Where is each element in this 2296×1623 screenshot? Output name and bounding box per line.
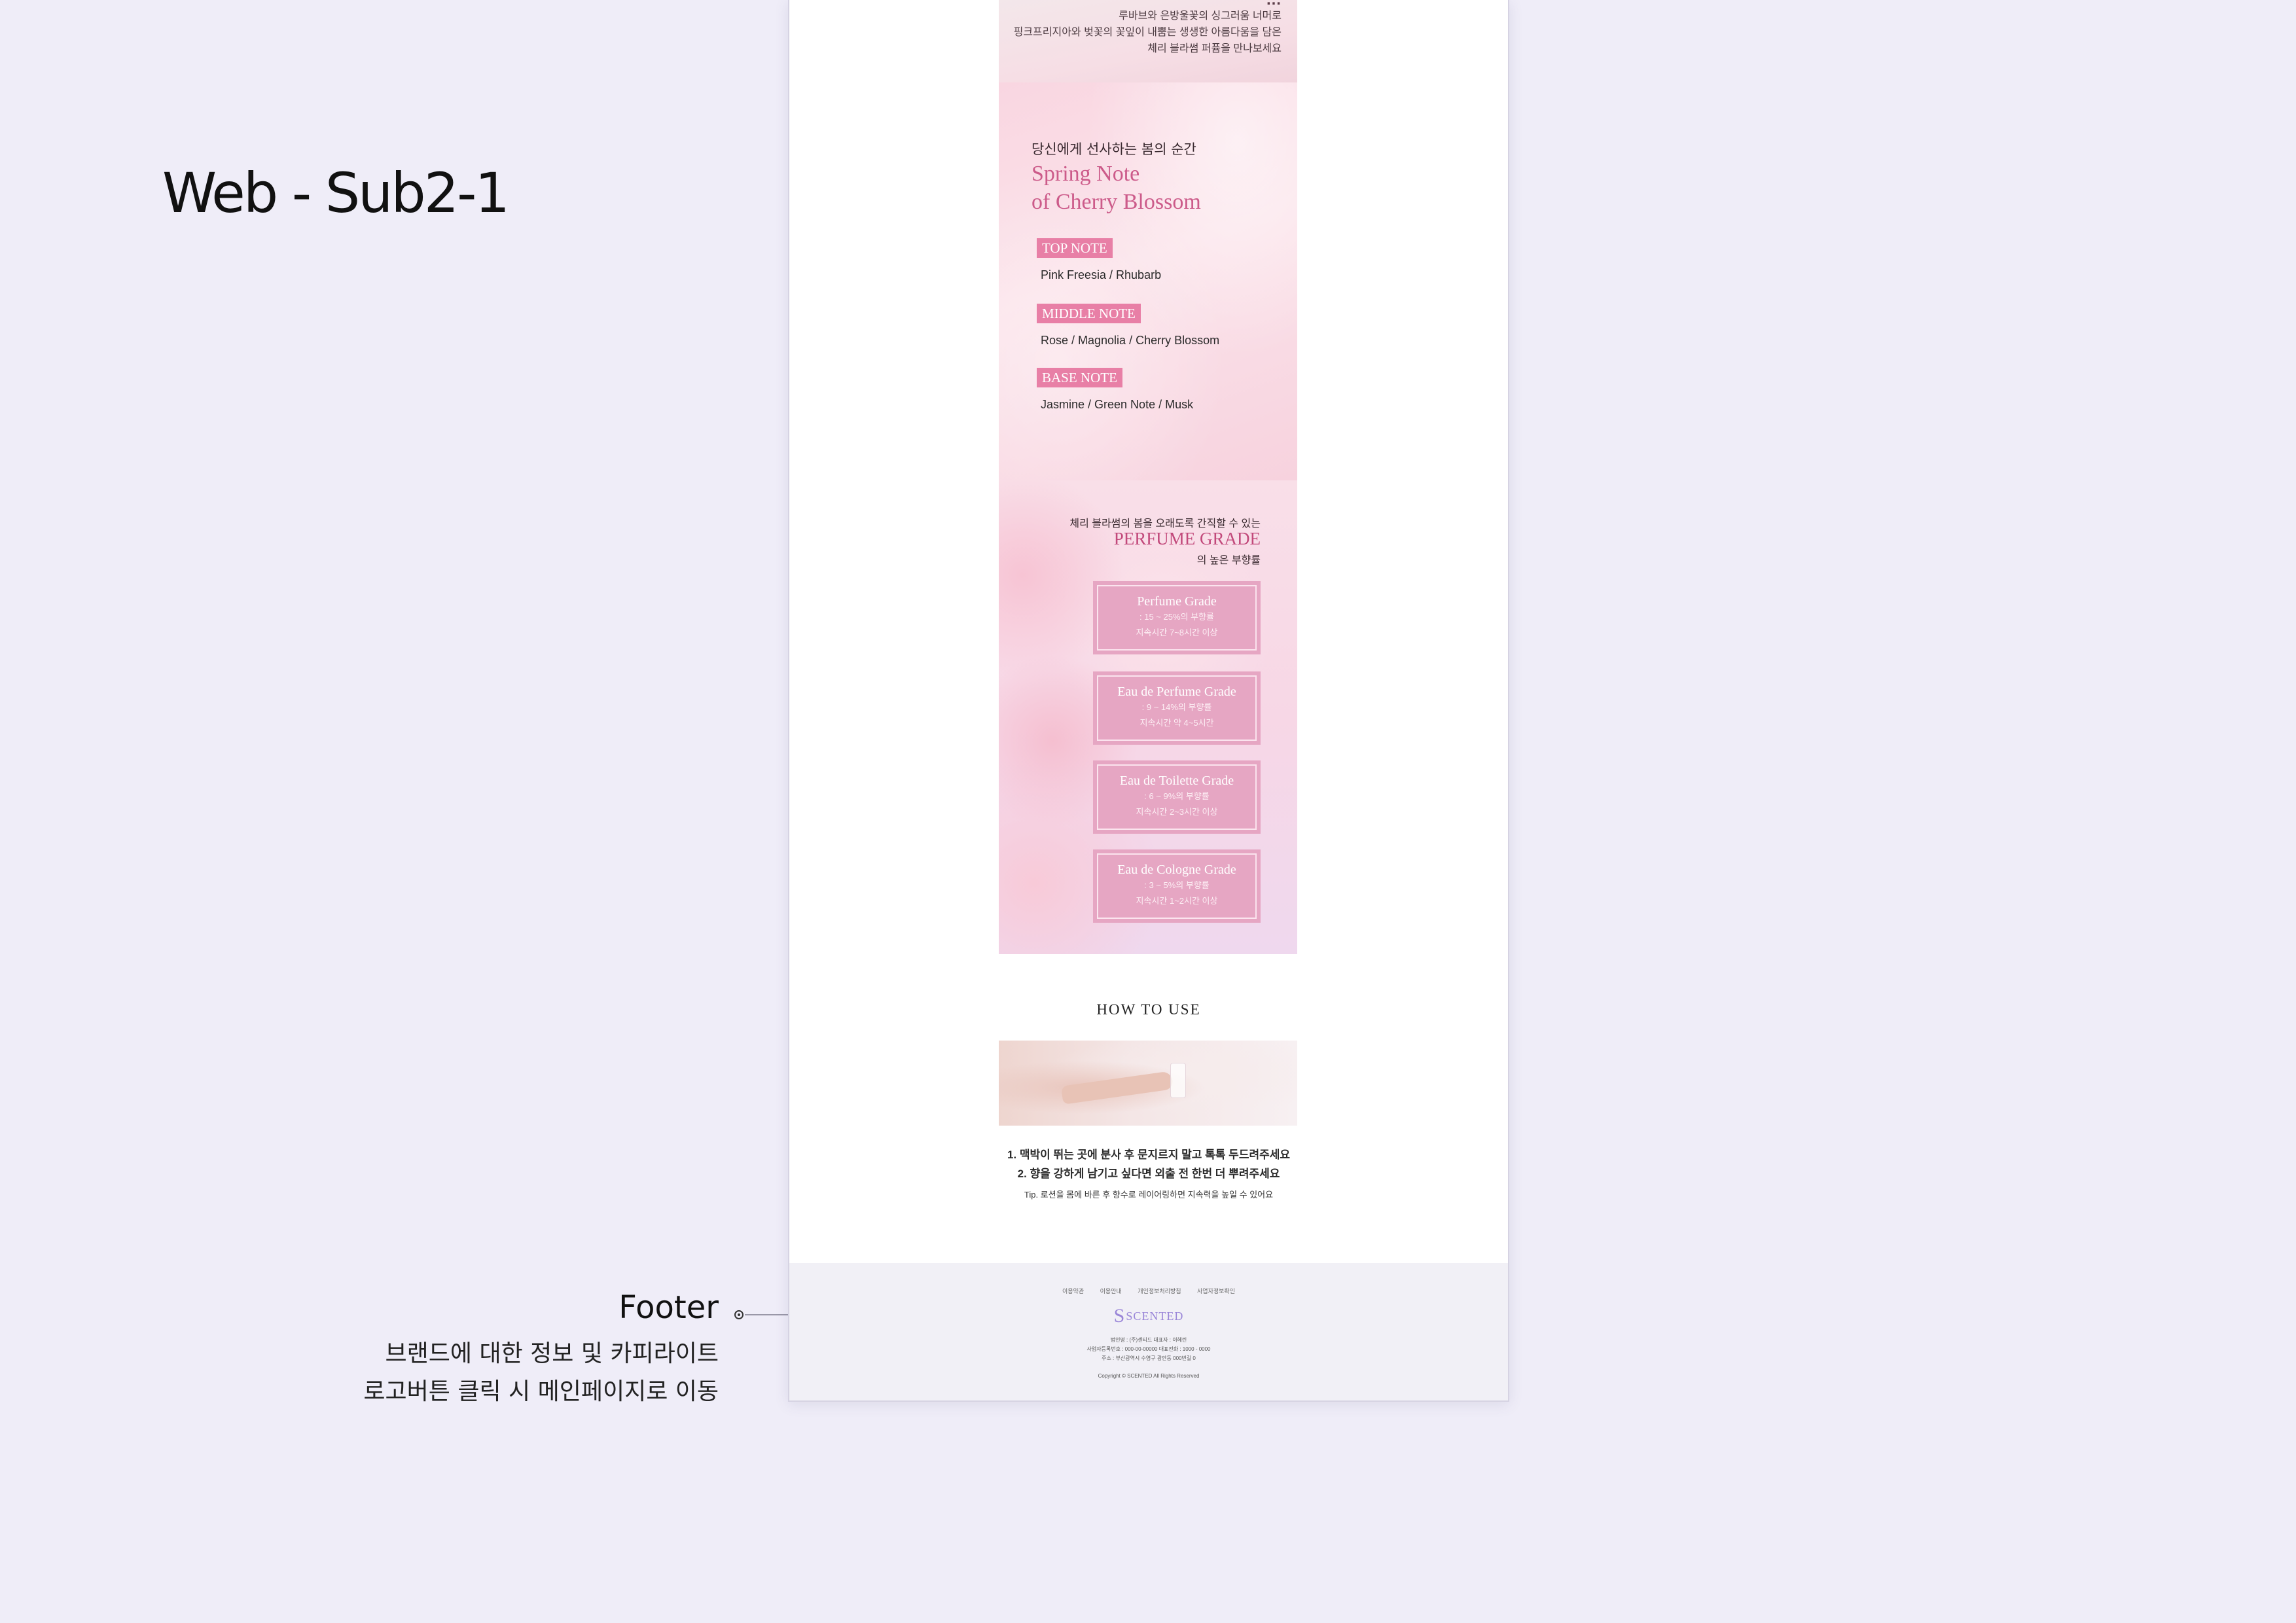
footer: 이용약관 이용안내 개인정보처리방침 사업자정보확인 S SCENTED 법인명… bbox=[789, 1263, 1508, 1400]
base-note-tag: BASE NOTE bbox=[1037, 368, 1122, 387]
grade-card-duration: 지속시간 약 4~5시간 bbox=[1139, 718, 1214, 728]
footer-address: 주소 : 부산광역시 수영구 광안동 000번길 0 bbox=[1102, 1355, 1196, 1361]
grade-card-eau-de-toilette: Eau de Toilette Grade : 6 ~ 9%의 부향률 지속시간… bbox=[1093, 760, 1261, 834]
how-to-use-step-1: 1. 맥박이 뛰는 곳에 분사 후 문지르지 말고 톡톡 두드려주세요 bbox=[1007, 1149, 1291, 1161]
footer-business-info: 사업자등록번호 : 000-00-00000 대표전화 : 1000 - 000… bbox=[1086, 1346, 1211, 1352]
footer-logo-button[interactable]: S SCENTED bbox=[1110, 1304, 1187, 1329]
how-to-use-tip: Tip. 로션을 몸에 바른 후 향수로 레이어링하면 지속력을 높일 수 있어… bbox=[1024, 1190, 1274, 1200]
grade-card-duration: 지속시간 2~3시간 이상 bbox=[1136, 807, 1218, 817]
footer-link-privacy[interactable]: 개인정보처리방침 bbox=[1138, 1288, 1181, 1294]
grade-card-duration: 지속시간 1~2시간 이상 bbox=[1136, 896, 1218, 906]
grade-card-concentration: : 15 ~ 25%의 부향률 bbox=[1139, 612, 1214, 622]
middle-note-text: Rose / Magnolia / Cherry Blossom bbox=[1041, 334, 1220, 347]
grade-card-perfume: Perfume Grade : 15 ~ 25%의 부향률 지속시간 7~8시간… bbox=[1093, 581, 1261, 654]
web-page-frame: … 루바브와 은방울꽃의 싱그러움 너머로 핑크프리지아와 벚꽃의 꽃잎이 내뿜… bbox=[788, 0, 1509, 1402]
annotation-description: 브랜드에 대한 정보 및 카피라이트 로고버튼 클릭 시 메인페이지로 이동 bbox=[363, 1340, 719, 1405]
grade-subtitle: 의 높은 부향률 bbox=[1196, 555, 1261, 566]
hand-illustration bbox=[1060, 1071, 1174, 1105]
footer-link-terms[interactable]: 이용약관 bbox=[1062, 1288, 1084, 1294]
middle-note-tag: MIDDLE NOTE bbox=[1037, 304, 1141, 323]
perfume-grade-section: 체리 블라썸의 봄을 오래도록 간직할 수 있는 PERFUME GRADE 의… bbox=[999, 480, 1297, 954]
grade-card-eau-de-perfume: Eau de Perfume Grade : 9 ~ 14%의 부향률 지속시간… bbox=[1093, 671, 1261, 745]
grade-card-concentration: : 6 ~ 9%의 부향률 bbox=[1144, 791, 1210, 801]
grade-card-name: Eau de Cologne Grade bbox=[1117, 863, 1236, 877]
top-note-text: Pink Freesia / Rhubarb bbox=[1041, 268, 1162, 281]
footer-company-info: 법인명 : (주)센티드 대표자 : 이혜린 bbox=[1110, 1337, 1187, 1343]
notes-section: 당신에게 선사하는 봄의 순간 Spring Note of Cherry Bl… bbox=[999, 82, 1297, 480]
grade-card-concentration: : 3 ~ 5%의 부향률 bbox=[1144, 880, 1210, 890]
grade-title: PERFUME GRADE bbox=[1113, 529, 1261, 548]
footer-link-business-info[interactable]: 사업자정보확인 bbox=[1197, 1288, 1235, 1294]
annotation-label: Footer bbox=[619, 1289, 719, 1326]
how-to-use-photo bbox=[999, 1041, 1297, 1126]
annotation-connector-line bbox=[745, 1314, 788, 1315]
grade-card-concentration: : 9 ~ 14%의 부향률 bbox=[1141, 702, 1212, 712]
footer-links: 이용약관 이용안내 개인정보처리방침 사업자정보확인 bbox=[789, 1287, 1508, 1295]
grade-card-name: Eau de Toilette Grade bbox=[1119, 774, 1234, 788]
footer-copyright: Copyright © SCENTED All Rights Reserved bbox=[1098, 1373, 1200, 1379]
logo-mark: S bbox=[1113, 1305, 1125, 1327]
intro-section: … 루바브와 은방울꽃의 싱그러움 너머로 핑크프리지아와 벚꽃의 꽃잎이 내뿜… bbox=[999, 0, 1297, 82]
notes-kicker: 당신에게 선사하는 봄의 순간 bbox=[1031, 141, 1196, 157]
top-note-tag: TOP NOTE bbox=[1037, 238, 1113, 258]
logo-wordmark: SCENTED bbox=[1126, 1309, 1184, 1323]
footer-link-guide[interactable]: 이용안내 bbox=[1100, 1288, 1122, 1294]
base-note-text: Jasmine / Green Note / Musk bbox=[1041, 398, 1194, 411]
how-to-use-step-2: 2. 향을 강하게 남기고 싶다면 외출 전 한번 더 뿌려주세요 bbox=[1017, 1168, 1280, 1180]
intro-text: 루바브와 은방울꽃의 싱그러움 너머로 핑크프리지아와 벚꽃의 꽃잎이 내뿜는 … bbox=[1013, 10, 1282, 54]
grade-card-duration: 지속시간 7~8시간 이상 bbox=[1136, 628, 1218, 637]
notes-headline: Spring Note of Cherry Blossom bbox=[1031, 162, 1201, 214]
grade-kicker: 체리 블라썸의 봄을 오래도록 간직할 수 있는 bbox=[1069, 518, 1261, 529]
grade-card-name: Eau de Perfume Grade bbox=[1117, 685, 1236, 699]
grade-card-eau-de-cologne: Eau de Cologne Grade : 3 ~ 5%의 부향률 지속시간 … bbox=[1093, 849, 1261, 923]
grade-card-name: Perfume Grade bbox=[1137, 594, 1217, 609]
perfume-bottle-illustration bbox=[1170, 1063, 1186, 1098]
annotation-pointer-dot bbox=[734, 1310, 744, 1319]
page-title: Web - Sub2-1 bbox=[162, 161, 510, 225]
how-to-use-title: HOW TO USE bbox=[1096, 1001, 1201, 1018]
